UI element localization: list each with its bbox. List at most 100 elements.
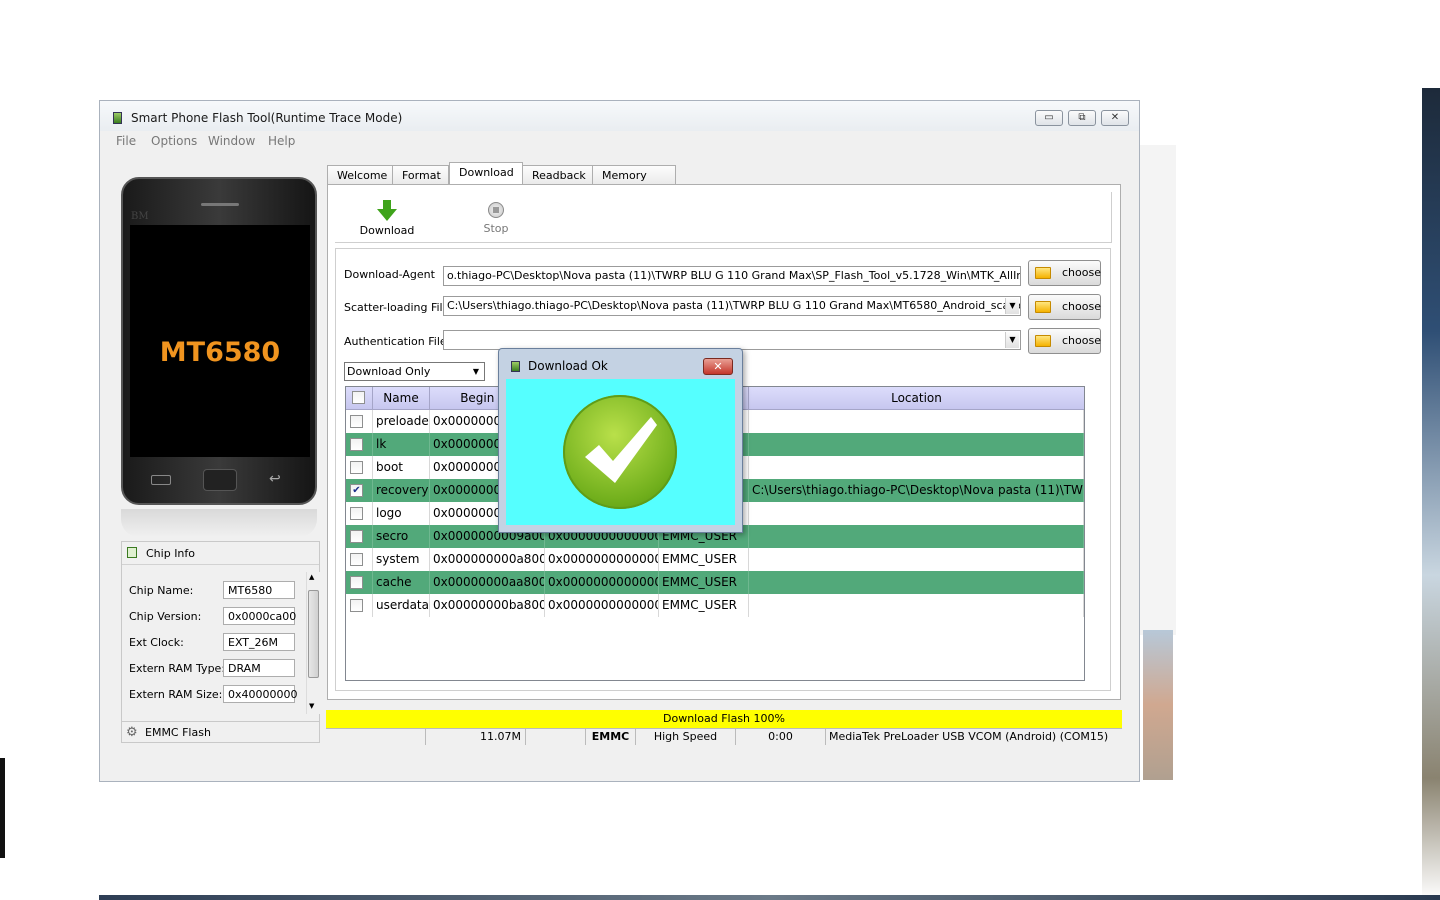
menu-file[interactable]: File (116, 134, 136, 148)
window-title: Smart Phone Flash Tool(Runtime Trace Mod… (131, 111, 403, 125)
chevron-down-icon[interactable]: ▼ (1005, 332, 1019, 348)
scatter-file-value: C:\Users\thiago.thiago-PC\Desktop\Nova p… (447, 299, 1021, 312)
download-mode-select[interactable]: Download Only ▼ (344, 362, 485, 381)
chip-info-scrollbar[interactable]: ▲ ▼ (306, 572, 320, 714)
chip-info-header[interactable]: Chip Info (122, 542, 319, 565)
auth-file-select[interactable]: ▼ (443, 330, 1021, 350)
cell-begin-address: 0x00000000aa800000 (430, 571, 545, 594)
toolbar: Download Stop (335, 192, 1112, 243)
gear-icon: ⚙ (126, 725, 138, 740)
row-checkbox[interactable] (350, 415, 363, 428)
cell-name: lk (373, 433, 430, 456)
tab-readback[interactable]: Readback (522, 165, 593, 185)
menu-window[interactable]: Window (208, 134, 255, 148)
status-cell-empty2 (526, 729, 586, 745)
cell-checkbox (346, 571, 373, 594)
download-ok-dialog: Download Ok ✕ (498, 348, 743, 533)
cell-name: recovery (373, 479, 430, 502)
menu-key-icon (151, 475, 171, 485)
stop-button[interactable]: Stop (471, 202, 521, 242)
scatter-file-select[interactable]: C:\Users\thiago.thiago-PC\Desktop\Nova p… (443, 296, 1021, 316)
status-time: 0:00 (736, 729, 826, 745)
header-name[interactable]: Name (373, 387, 430, 409)
cell-location (749, 433, 1084, 456)
table-row[interactable]: cache0x00000000aa8000000x000000000000000… (346, 571, 1084, 594)
cell-checkbox (346, 548, 373, 571)
row-checkbox[interactable] (350, 438, 363, 451)
cell-checkbox (346, 433, 373, 456)
dialog-title: Download Ok (528, 359, 608, 373)
row-checkbox[interactable] (350, 599, 363, 612)
dialog-close-button[interactable]: ✕ (703, 358, 733, 375)
ram-size-value: 0x40000000 (223, 685, 298, 703)
choose-label: choose (1062, 300, 1101, 313)
menu-options[interactable]: Options (151, 134, 197, 148)
ext-clock-label: Ext Clock: (129, 636, 184, 649)
status-speed: High Speed (636, 729, 736, 745)
row-checkbox[interactable] (350, 553, 363, 566)
maximize-button[interactable]: ⧉ (1068, 110, 1096, 126)
row-checkbox[interactable] (350, 461, 363, 474)
tab-welcome[interactable]: Welcome (327, 165, 393, 185)
download-agent-field[interactable]: o.thiago-PC\Desktop\Nova pasta (11)\TWRP… (443, 266, 1021, 286)
row-checkbox[interactable] (350, 576, 363, 589)
scroll-up-icon[interactable]: ▲ (309, 573, 314, 581)
progress-text: Download Flash 100% (663, 712, 785, 725)
cell-location (749, 410, 1084, 433)
menu-help[interactable]: Help (268, 134, 295, 148)
tab-format[interactable]: Format (392, 165, 449, 185)
cell-name: userdata (373, 594, 430, 617)
status-cell-empty (326, 729, 426, 745)
download-mode-value: Download Only (347, 365, 431, 378)
chevron-down-icon[interactable]: ▼ (1005, 298, 1019, 314)
cell-checkbox (346, 456, 373, 479)
cell-checkbox (346, 525, 373, 548)
auth-file-label: Authentication File (344, 335, 447, 348)
chip-version-label: Chip Version: (129, 610, 202, 623)
close-button[interactable]: ✕ (1101, 110, 1129, 126)
checkmark-glyph (585, 417, 657, 483)
header-location[interactable]: Location (749, 387, 1084, 409)
tab-download[interactable]: Download (449, 162, 523, 186)
stop-icon (488, 202, 504, 218)
taskbar-edge (99, 895, 1440, 900)
phone-reflection (121, 509, 317, 537)
menu-bar: File Options Window Help (100, 131, 1139, 151)
tab-memory-test[interactable]: Memory Test (592, 165, 676, 195)
emmc-flash-header[interactable]: ⚙ EMMC Flash (121, 721, 320, 744)
choose-download-agent-button[interactable]: choose (1028, 260, 1101, 286)
cell-checkbox (346, 410, 373, 433)
download-button[interactable]: Download (357, 198, 417, 242)
row-checkbox[interactable]: ✔ (350, 484, 363, 497)
choose-scatter-button[interactable]: choose (1028, 294, 1101, 320)
select-all-checkbox[interactable] (352, 391, 365, 404)
cell-location: C:\Users\thiago.thiago-PC\Desktop\Nova p… (749, 479, 1084, 502)
chevron-down-icon[interactable]: ▼ (469, 364, 483, 380)
emmc-flash-label: EMMC Flash (145, 726, 211, 739)
scrollbar-thumb[interactable] (308, 590, 319, 678)
cell-name: secro (373, 525, 430, 548)
scroll-down-icon[interactable]: ▼ (309, 702, 314, 710)
title-bar[interactable]: Smart Phone Flash Tool(Runtime Trace Mod… (100, 101, 1139, 131)
row-checkbox[interactable] (350, 530, 363, 543)
desktop-wallpaper-left (0, 758, 5, 858)
app-icon (113, 112, 122, 124)
scatter-file-label: Scatter-loading File (344, 301, 450, 314)
select-all-cell (346, 387, 373, 409)
row-checkbox[interactable] (350, 507, 363, 520)
chip-name-label: Chip Name: (129, 584, 194, 597)
phone-speaker (201, 203, 239, 206)
chip-name-value: MT6580 (223, 581, 295, 599)
desktop-wallpaper-fragment (1143, 630, 1173, 780)
folder-icon (1035, 301, 1051, 313)
table-row[interactable]: system0x000000000a8000000x00000000000000… (346, 548, 1084, 571)
status-storage: EMMC (586, 729, 636, 745)
table-row[interactable]: userdata0x00000000ba8000000x000000000000… (346, 594, 1084, 617)
minimize-button[interactable]: ▭ (1035, 110, 1063, 126)
cell-checkbox (346, 594, 373, 617)
cell-checkbox (346, 502, 373, 525)
choose-label: choose (1062, 266, 1101, 279)
download-agent-label: Download-Agent (344, 268, 435, 281)
choose-auth-button[interactable]: choose (1028, 328, 1101, 354)
download-label: Download (359, 224, 415, 237)
